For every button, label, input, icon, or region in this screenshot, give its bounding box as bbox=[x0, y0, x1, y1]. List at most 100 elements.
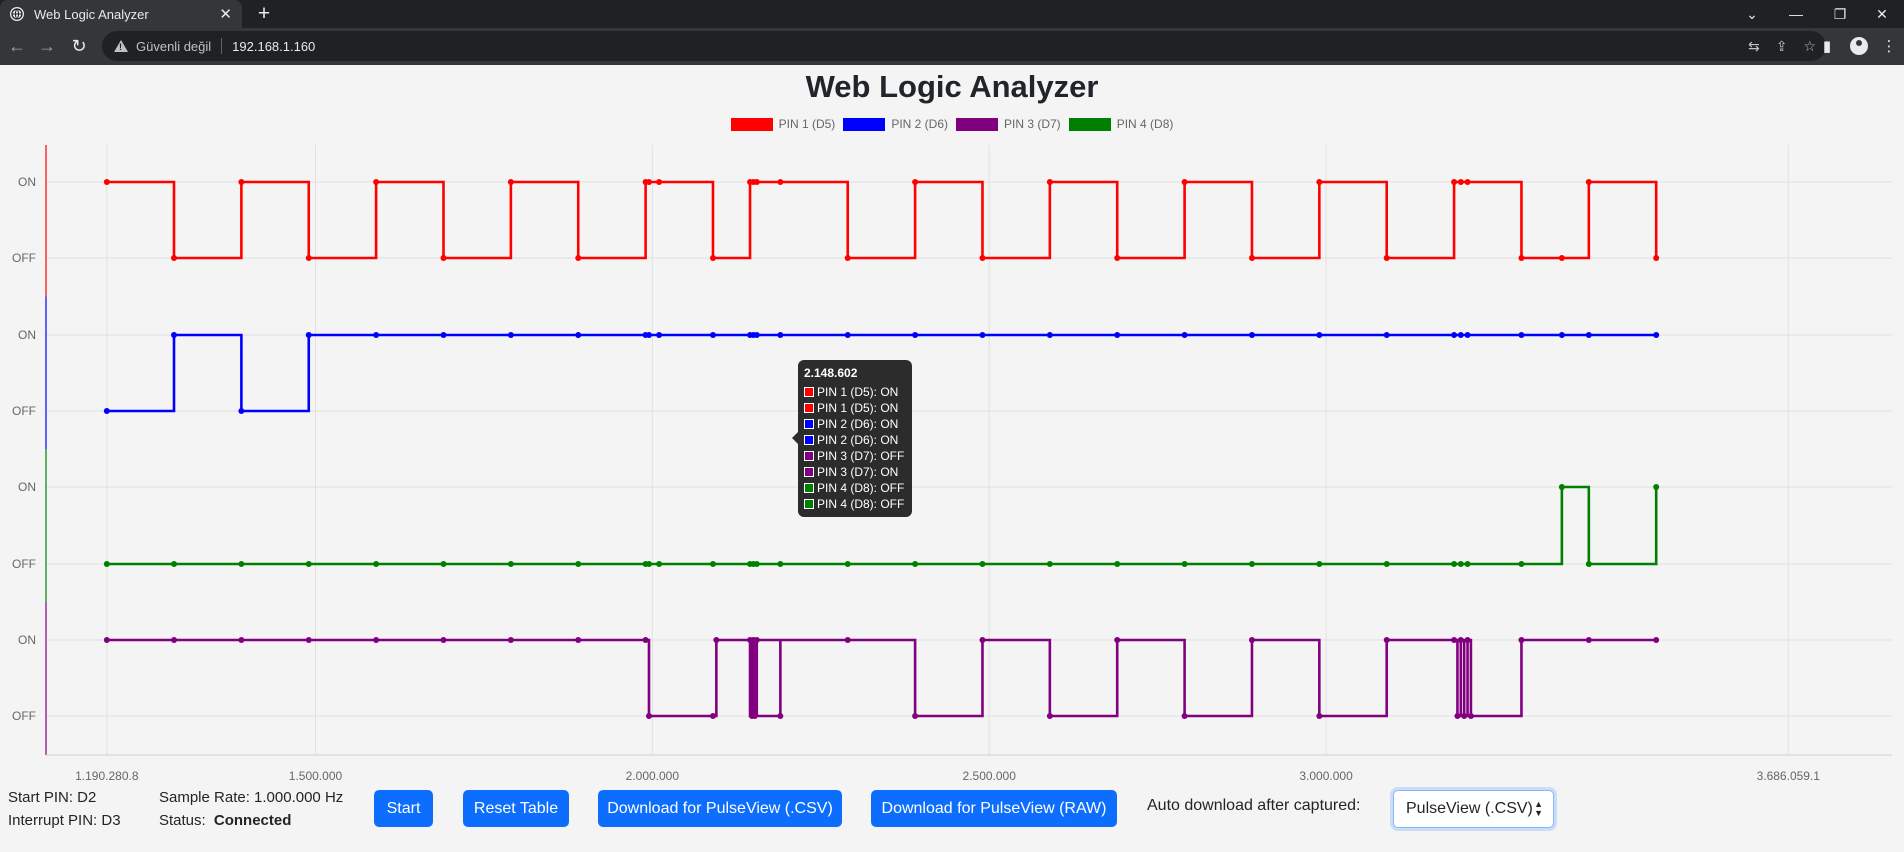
sample-rate-info: Sample Rate: 1.000.000 Hz bbox=[159, 789, 344, 806]
data-point bbox=[1114, 332, 1121, 338]
tooltip-title: 2.148.602 bbox=[804, 366, 858, 380]
reload-icon[interactable]: ↻ bbox=[66, 33, 92, 59]
restore-icon[interactable]: ❐ bbox=[1818, 0, 1862, 28]
address-bar[interactable]: Güvenli değil 192.168.1.160 ⇆ ⇪ ☆ bbox=[102, 31, 1826, 61]
data-point bbox=[844, 561, 851, 567]
data-point bbox=[1558, 332, 1565, 338]
page-title: Web Logic Analyzer bbox=[805, 69, 1099, 104]
translate-icon[interactable]: ⇆ bbox=[1748, 38, 1760, 55]
legend-label: PIN 1 (D5) bbox=[778, 117, 836, 131]
legend-item-pin3[interactable]: PIN 3 (D7) bbox=[956, 117, 1061, 131]
warning-icon bbox=[114, 40, 128, 52]
legend-item-pin2[interactable]: PIN 2 (D6) bbox=[843, 117, 948, 131]
url-text: 192.168.1.160 bbox=[232, 38, 316, 54]
data-point bbox=[238, 408, 245, 414]
minimize-icon[interactable]: — bbox=[1774, 0, 1818, 28]
browser-tab[interactable]: Web Logic Analyzer ✕ bbox=[0, 0, 242, 28]
tooltip-label: PIN 4 (D8): OFF bbox=[817, 497, 905, 511]
download-csv-button[interactable]: Download for PulseView (.CSV) bbox=[598, 790, 842, 827]
tooltip-row: PIN 1 (D5): ON bbox=[804, 384, 906, 400]
data-point bbox=[507, 332, 514, 338]
status-label: Status: bbox=[159, 812, 206, 829]
data-point bbox=[777, 713, 784, 719]
data-point bbox=[103, 637, 110, 643]
tooltip-row: PIN 3 (D7): OFF bbox=[804, 448, 906, 464]
data-point bbox=[1316, 179, 1323, 185]
tooltip-swatch bbox=[804, 387, 814, 397]
status-value: Connected bbox=[213, 812, 292, 829]
profile-icon[interactable] bbox=[1846, 33, 1872, 59]
data-point bbox=[1046, 561, 1053, 567]
data-point bbox=[1558, 484, 1565, 490]
data-point bbox=[575, 561, 582, 567]
auto-download-select[interactable]: PulseView (.CSV) ▲ ▼ bbox=[1393, 790, 1554, 828]
tooltip-swatch bbox=[804, 499, 814, 509]
data-point bbox=[709, 713, 716, 719]
close-icon[interactable]: ✕ bbox=[219, 7, 232, 22]
y-tick-label: ON bbox=[18, 480, 36, 494]
data-point bbox=[753, 332, 760, 338]
data-point bbox=[1457, 332, 1464, 338]
data-point bbox=[751, 713, 758, 719]
logic-chart[interactable]: ON OFF ON OFF ON OFF ON OFF 1.190.280,8 1.500.000… bbox=[0, 140, 1904, 780]
auto-download-label: Auto download after captured: bbox=[1147, 797, 1361, 814]
data-point bbox=[1653, 637, 1660, 643]
data-point bbox=[844, 255, 851, 261]
data-point bbox=[656, 332, 663, 338]
tooltip-label: PIN 4 (D8): OFF bbox=[817, 481, 905, 495]
y-tick-label: OFF bbox=[12, 251, 36, 265]
tooltip-swatch bbox=[804, 483, 814, 493]
data-point bbox=[777, 179, 784, 185]
data-point bbox=[373, 561, 380, 567]
legend-item-pin1[interactable]: PIN 1 (D5) bbox=[730, 117, 836, 131]
data-point bbox=[645, 713, 652, 719]
legend-label: PIN 4 (D8) bbox=[1116, 117, 1174, 131]
data-point bbox=[1464, 332, 1471, 338]
data-point bbox=[238, 637, 245, 643]
data-point bbox=[1518, 255, 1525, 261]
data-point bbox=[753, 637, 760, 643]
data-point bbox=[656, 179, 663, 185]
download-raw-button[interactable]: Download for PulseView (RAW) bbox=[871, 790, 1117, 827]
data-point bbox=[103, 408, 110, 414]
data-point bbox=[1316, 332, 1323, 338]
omnibox-divider bbox=[221, 38, 223, 54]
start-button[interactable]: Start bbox=[374, 790, 433, 827]
x-tick-label: 2.500.000 bbox=[963, 769, 1017, 780]
menu-icon[interactable]: ⋮ bbox=[1876, 33, 1902, 59]
data-point bbox=[1464, 179, 1471, 185]
legend-swatch bbox=[1068, 117, 1111, 131]
legend-label: PIN 2 (D6) bbox=[891, 117, 948, 131]
side-panel-icon[interactable]: ▮ bbox=[1814, 33, 1840, 59]
data-point bbox=[912, 179, 919, 185]
window-close-icon[interactable]: ✕ bbox=[1860, 0, 1904, 28]
data-point bbox=[1046, 179, 1053, 185]
data-point bbox=[1248, 255, 1255, 261]
data-point bbox=[1046, 332, 1053, 338]
x-tick-label: 1.500.000 bbox=[289, 769, 343, 780]
legend-swatch bbox=[956, 117, 998, 131]
data-point bbox=[1383, 561, 1390, 567]
data-point bbox=[1585, 561, 1592, 567]
select-arrows-icon: ▲ ▼ bbox=[1534, 799, 1543, 818]
chart-legend: PIN 1 (D5) PIN 2 (D6) PIN 3 (D7) PIN 4 (… bbox=[0, 117, 1904, 131]
reset-table-button[interactable]: Reset Table bbox=[463, 790, 569, 827]
legend-swatch bbox=[730, 117, 773, 131]
back-icon[interactable]: ← bbox=[4, 33, 30, 59]
tooltip-label: PIN 3 (D7): OFF bbox=[817, 449, 905, 463]
share-icon[interactable]: ⇪ bbox=[1776, 38, 1788, 55]
data-point bbox=[171, 561, 178, 567]
data-point bbox=[1518, 561, 1525, 567]
data-point bbox=[373, 179, 380, 185]
data-point bbox=[1248, 637, 1255, 643]
tab-search-icon[interactable]: ⌄ bbox=[1730, 0, 1774, 28]
data-point bbox=[1046, 713, 1053, 719]
data-point bbox=[440, 255, 447, 261]
data-point bbox=[103, 561, 110, 567]
forward-icon[interactable]: → bbox=[34, 33, 60, 59]
data-point bbox=[645, 561, 652, 567]
data-point bbox=[1181, 179, 1188, 185]
new-tab-icon[interactable]: + bbox=[252, 2, 276, 26]
legend-item-pin4[interactable]: PIN 4 (D8) bbox=[1068, 117, 1174, 131]
data-point bbox=[305, 255, 312, 261]
